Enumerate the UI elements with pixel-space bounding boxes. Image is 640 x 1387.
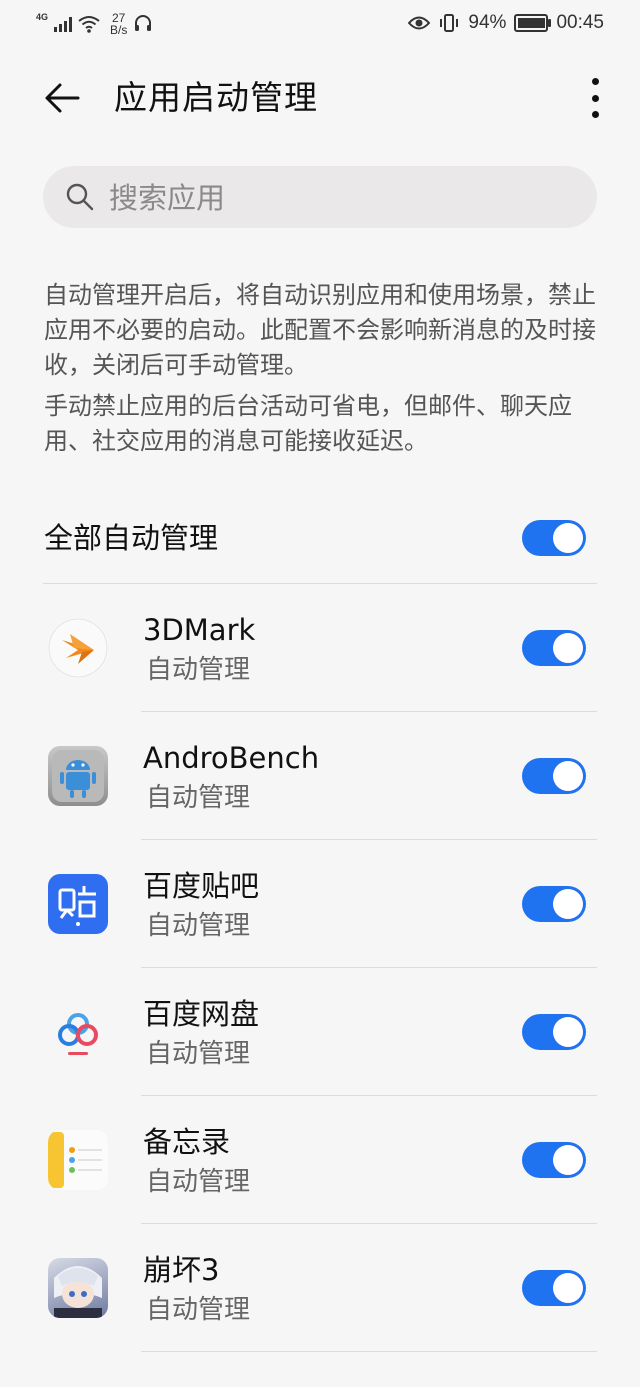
- baidu-netdisk-icon: [48, 1002, 108, 1062]
- app-toggle[interactable]: [522, 1142, 586, 1178]
- clock: 00:45: [556, 12, 604, 33]
- toggle-knob: [553, 523, 583, 553]
- back-arrow-icon[interactable]: [40, 76, 84, 120]
- app-row-memo[interactable]: 备忘录 自动管理: [0, 1096, 640, 1224]
- app-status: 自动管理: [146, 1295, 251, 1325]
- app-status: 自动管理: [146, 783, 251, 813]
- description-paragraph-1: 自动管理开启后，将自动识别应用和使用场景，禁止应用不必要的启动。此配置不会影响新…: [44, 281, 596, 379]
- toggle-knob: [553, 1273, 583, 1303]
- app-name: 3DMark: [143, 613, 256, 647]
- app-toggle[interactable]: [522, 1014, 586, 1050]
- app-toggle[interactable]: [522, 758, 586, 794]
- header: 应用启动管理: [0, 62, 640, 134]
- vibrate-icon: [440, 14, 459, 32]
- app-row-androbench[interactable]: AndroBench 自动管理: [0, 712, 640, 840]
- toggle-knob: [553, 1145, 583, 1175]
- app-row-honkai3[interactable]: 崩坏3 自动管理: [0, 1224, 640, 1352]
- app-row-baidu-netdisk[interactable]: 百度网盘 自动管理: [0, 968, 640, 1096]
- app-launch-management-screen: 4G 27 B/s 94% 00:45 应用启动管理 搜索应用 自动管理开启后，…: [0, 0, 640, 1387]
- status-right: 94% 00:45: [408, 12, 604, 34]
- baidu-tieba-icon: [48, 874, 108, 934]
- toggle-knob: [553, 633, 583, 663]
- app-toggle[interactable]: [522, 630, 586, 666]
- network-speed: 27 B/s: [110, 12, 127, 36]
- divider: [141, 1351, 597, 1352]
- app-name: 备忘录: [143, 1125, 231, 1159]
- app-name: 崩坏3: [143, 1253, 220, 1287]
- eye-icon: [408, 16, 431, 30]
- status-left: 4G 27 B/s: [36, 10, 153, 38]
- search-input[interactable]: [107, 166, 581, 230]
- app-row-baidu-tieba[interactable]: 百度贴吧 自动管理: [0, 840, 640, 968]
- toggle-knob: [553, 889, 583, 919]
- app-status: 自动管理: [146, 1039, 251, 1069]
- honkai3-icon: [48, 1258, 108, 1318]
- toggle-knob: [553, 1017, 583, 1047]
- more-options-icon[interactable]: [590, 78, 600, 118]
- androbench-icon: [48, 746, 108, 806]
- app-name: 百度贴吧: [143, 869, 260, 903]
- speed-unit: B/s: [110, 23, 128, 37]
- app-status: 自动管理: [146, 655, 251, 685]
- network-type: 4G: [36, 12, 49, 22]
- app-name: 百度网盘: [143, 997, 260, 1031]
- 3dmark-icon: [48, 618, 108, 678]
- app-status: 自动管理: [146, 911, 251, 941]
- signal-icon: [54, 16, 73, 32]
- wifi-icon: [78, 16, 100, 33]
- battery-icon: [514, 14, 552, 32]
- battery-percent: 94%: [468, 12, 507, 33]
- search-bar[interactable]: [43, 166, 597, 230]
- app-status: 自动管理: [146, 1167, 251, 1197]
- toggle-knob: [553, 761, 583, 791]
- description-paragraph-2: 手动禁止应用的后台活动可省电，但邮件、聊天应用、社交应用的消息可能接收延迟。: [44, 392, 572, 455]
- app-toggle[interactable]: [522, 886, 586, 922]
- app-toggle[interactable]: [522, 1270, 586, 1306]
- all-auto-manage-row[interactable]: 全部自动管理: [44, 510, 596, 566]
- headset-icon: [135, 15, 152, 31]
- app-row-3dmark[interactable]: 3DMark 自动管理: [0, 584, 640, 712]
- app-name: AndroBench: [143, 741, 320, 775]
- memo-icon: [48, 1130, 108, 1190]
- search-icon: [66, 183, 94, 211]
- all-auto-manage-toggle[interactable]: [522, 520, 586, 556]
- status-bar: 4G 27 B/s 94% 00:45: [0, 0, 640, 46]
- all-auto-manage-label: 全部自动管理: [44, 521, 219, 555]
- page-title: 应用启动管理: [114, 78, 318, 117]
- description: 自动管理开启后，将自动识别应用和使用场景，禁止应用不必要的启动。此配置不会影响新…: [44, 278, 596, 465]
